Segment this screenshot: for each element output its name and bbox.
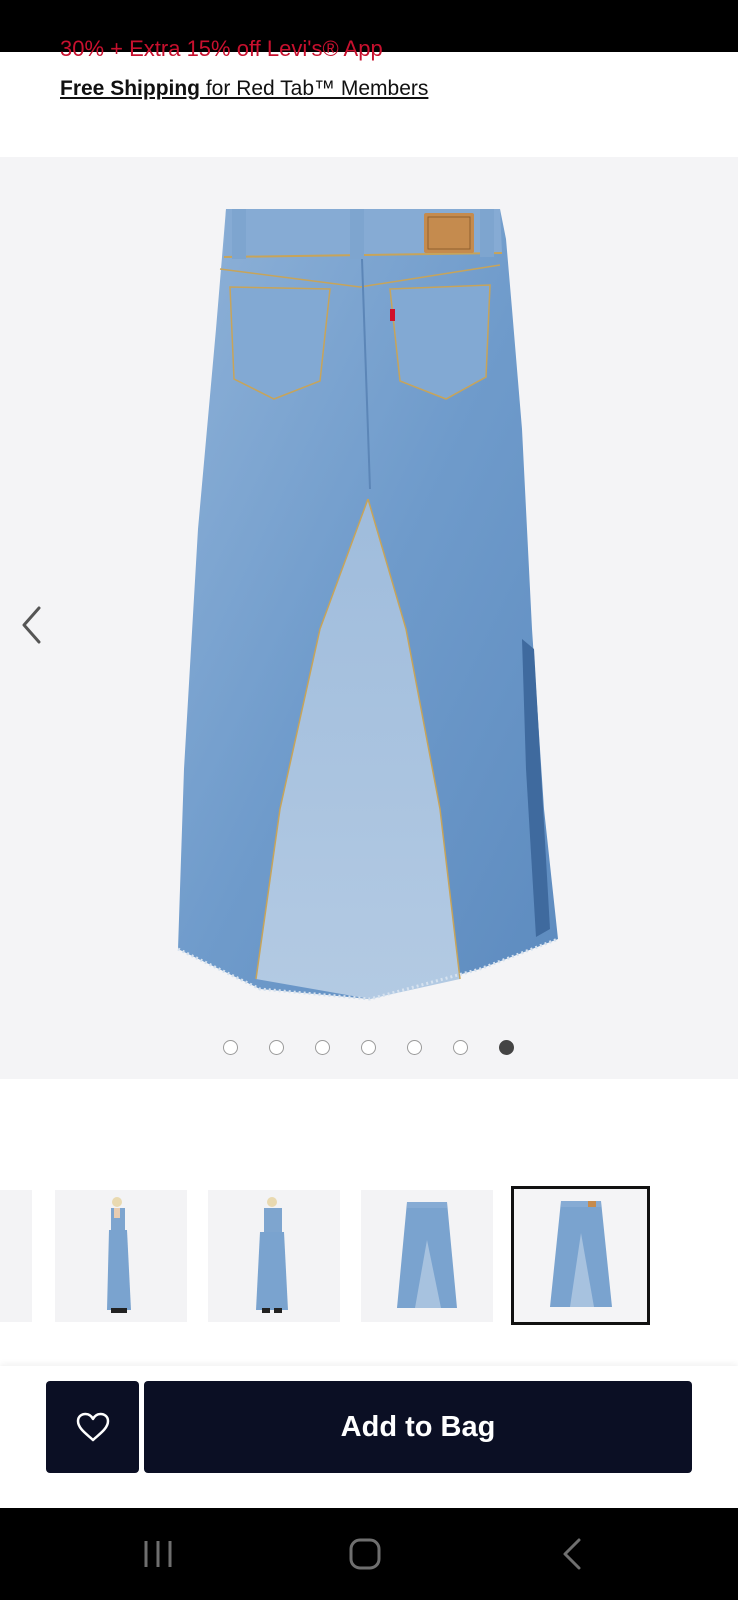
model-front-image — [256, 1197, 288, 1313]
thumbnail-partial[interactable] — [0, 1190, 32, 1322]
carousel-dot-5[interactable] — [407, 1040, 422, 1055]
product-page: 30% + Extra 15% off Levi's® App Free Shi… — [0, 0, 738, 1600]
skirt-back-image — [550, 1201, 612, 1307]
thumbnail-3[interactable] — [361, 1190, 493, 1322]
free-shipping-link[interactable]: Free Shipping — [60, 77, 200, 100]
recent-apps-button[interactable] — [128, 1534, 188, 1574]
thumbnail-4-selected[interactable] — [511, 1186, 650, 1325]
carousel-dot-7-active[interactable] — [499, 1040, 514, 1055]
skirt-front-image — [397, 1202, 457, 1308]
system-navigation-bar — [0, 1508, 738, 1600]
back-icon — [563, 1538, 581, 1570]
shipping-link[interactable]: Free Shipping for Red Tab™ Members — [60, 77, 428, 101]
favorite-button[interactable] — [46, 1381, 139, 1473]
carousel-dot-3[interactable] — [315, 1040, 330, 1055]
thumbnail-2[interactable] — [208, 1190, 340, 1322]
home-button[interactable] — [335, 1534, 395, 1574]
carousel-dot-2[interactable] — [269, 1040, 284, 1055]
back-button[interactable] — [542, 1534, 602, 1574]
shipping-rest-text: for Red Tab™ Members — [200, 77, 429, 100]
previous-image-button[interactable] — [14, 597, 48, 653]
model-side-image — [107, 1197, 131, 1313]
promo-banner[interactable]: 30% + Extra 15% off Levi's® App — [60, 38, 660, 64]
thumbnail-1[interactable] — [55, 1190, 187, 1322]
add-to-bag-button[interactable]: Add to Bag — [144, 1381, 692, 1473]
recent-apps-icon — [144, 1541, 172, 1567]
product-image — [177, 209, 559, 1001]
action-bar: Add to Bag — [0, 1366, 738, 1508]
promo-text: 30% + Extra 15% off Levi's® App — [60, 38, 383, 61]
heart-outline-icon — [76, 1412, 109, 1442]
carousel-dot-1[interactable] — [223, 1040, 238, 1055]
home-icon — [349, 1538, 381, 1570]
chevron-left-icon — [22, 606, 41, 644]
product-image-carousel[interactable] — [0, 157, 738, 1079]
carousel-dot-6[interactable] — [453, 1040, 468, 1055]
carousel-dot-4[interactable] — [361, 1040, 376, 1055]
thumbnail-strip[interactable] — [0, 1186, 738, 1326]
carousel-indicators — [0, 1040, 738, 1060]
